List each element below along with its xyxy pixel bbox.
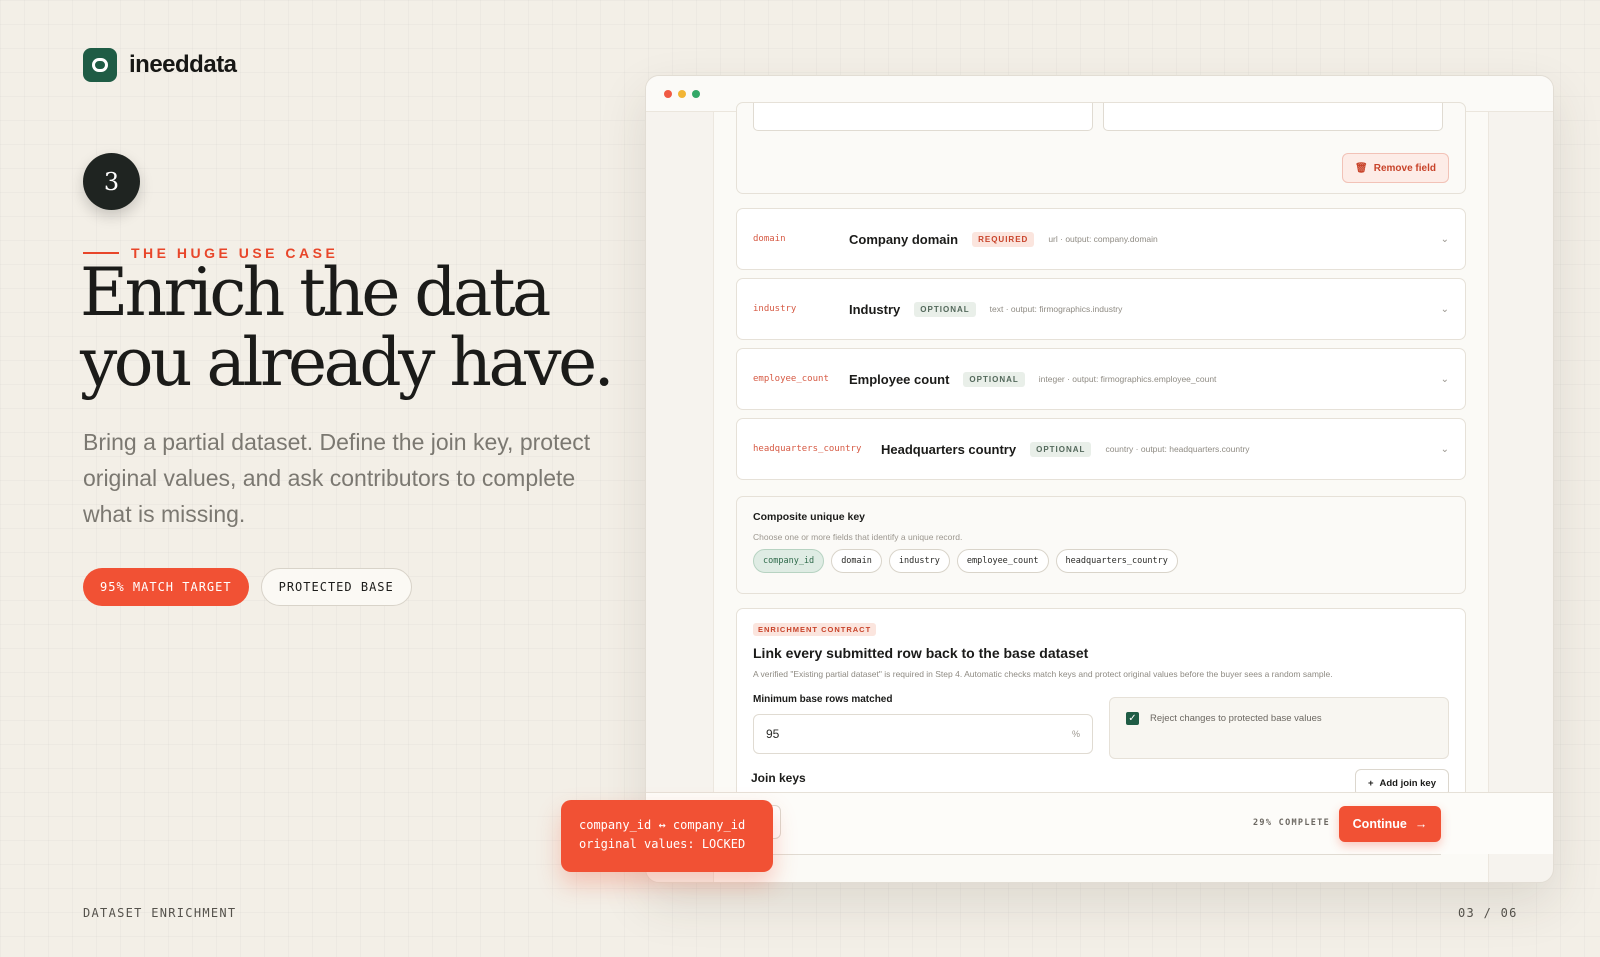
window-controls bbox=[664, 90, 700, 98]
close-dot-icon[interactable] bbox=[664, 90, 672, 98]
minimize-dot-icon[interactable] bbox=[678, 90, 686, 98]
protected-base-pill: PROTECTED BASE bbox=[260, 568, 412, 606]
field-label: Employee count bbox=[849, 371, 950, 387]
arrow-right-icon: → bbox=[1414, 817, 1428, 831]
trash-icon: 🗑 bbox=[1355, 162, 1368, 174]
brand-name: ineeddata bbox=[129, 51, 237, 78]
chevron-down-icon[interactable]: ⌄ bbox=[1441, 234, 1449, 245]
remove-field-label: Remove field bbox=[1373, 162, 1436, 174]
step-number-badge: 3 bbox=[83, 153, 140, 210]
footer-page-counter: 03 / 06 bbox=[1458, 906, 1518, 920]
required-badge: REQUIRED bbox=[972, 231, 1035, 247]
field-label: Headquarters country bbox=[881, 441, 1017, 457]
field-label: Company domain bbox=[849, 231, 959, 247]
plus-icon: + bbox=[1367, 777, 1374, 789]
progress-status: 29% COMPLETE bbox=[1253, 818, 1331, 828]
field-meta: integer · output: firmographics.employee… bbox=[1038, 374, 1217, 384]
match-target-pill: 95% MATCH TARGET bbox=[83, 568, 249, 606]
field-meta: url · output: company.domain bbox=[1048, 234, 1158, 244]
lead-paragraph: Bring a partial dataset. Define the join… bbox=[83, 429, 591, 527]
field-key: industry bbox=[753, 304, 797, 314]
form-panel: 🗑 Remove field domain Company domain REQ… bbox=[713, 102, 1489, 882]
field-row-employee-count[interactable]: employee_count Employee count OPTIONAL i… bbox=[736, 348, 1466, 410]
headline-line-2: you already have. bbox=[80, 324, 615, 401]
enrichment-contract-tag: ENRICHMENT CONTRACT bbox=[753, 623, 877, 636]
field-input-right[interactable] bbox=[1103, 103, 1443, 131]
percent-unit: % bbox=[1071, 729, 1080, 739]
checkbox-checked-icon[interactable]: ✓ bbox=[1126, 712, 1139, 725]
contract-title: Link every submitted row back to the bas… bbox=[753, 645, 1089, 661]
composite-key-card: Composite unique key Choose one or more … bbox=[736, 496, 1466, 594]
join-keys-label: Join keys bbox=[751, 771, 806, 785]
app-window: 🗑 Remove field domain Company domain REQ… bbox=[645, 75, 1554, 883]
maximize-dot-icon[interactable] bbox=[692, 90, 700, 98]
callout-line-2: original values: LOCKED bbox=[579, 837, 746, 851]
field-key: domain bbox=[753, 234, 786, 244]
continue-label: Continue bbox=[1352, 817, 1407, 831]
field-row-domain[interactable]: domain Company domain REQUIRED url · out… bbox=[736, 208, 1466, 270]
key-chip-industry[interactable]: industry bbox=[888, 549, 950, 573]
continue-button[interactable]: Continue → bbox=[1339, 806, 1441, 842]
field-row-industry[interactable]: industry Industry OPTIONAL text · output… bbox=[736, 278, 1466, 340]
field-key: headquarters_country bbox=[753, 444, 862, 454]
field-meta: country · output: headquarters.country bbox=[1105, 444, 1250, 454]
join-key-row-partial bbox=[741, 854, 1441, 868]
key-chip-employee-count[interactable]: employee_count bbox=[956, 549, 1049, 573]
composite-key-chips: company_id domain industry employee_coun… bbox=[753, 549, 1178, 573]
remove-field-button[interactable]: 🗑 Remove field bbox=[1342, 153, 1449, 183]
optional-badge: OPTIONAL bbox=[963, 371, 1025, 387]
footer-section-label: DATASET ENRICHMENT bbox=[83, 906, 237, 920]
optional-badge: OPTIONAL bbox=[914, 301, 976, 317]
min-rows-input[interactable]: 95 % bbox=[753, 714, 1093, 754]
chevron-down-icon[interactable]: ⌄ bbox=[1441, 444, 1449, 455]
callout-line-1: company_id ↔ company_id bbox=[579, 818, 746, 832]
field-row-headquarters-country[interactable]: headquarters_country Headquarters countr… bbox=[736, 418, 1466, 480]
contract-description: A verified "Existing partial dataset" is… bbox=[753, 669, 1333, 679]
field-key: employee_count bbox=[753, 374, 829, 384]
join-lock-callout: company_id ↔ company_id original values:… bbox=[561, 800, 773, 872]
field-meta: text · output: firmographics.industry bbox=[989, 304, 1123, 314]
optional-badge: OPTIONAL bbox=[1030, 441, 1092, 457]
add-join-key-label: Add join key bbox=[1379, 777, 1436, 789]
min-rows-value: 95 bbox=[766, 727, 780, 741]
pill-group: 95% MATCH TARGET PROTECTED BASE bbox=[83, 568, 412, 606]
field-editor-card: 🗑 Remove field bbox=[736, 102, 1466, 194]
composite-key-title: Composite unique key bbox=[753, 511, 866, 523]
composite-key-subtitle: Choose one or more fields that identify … bbox=[753, 532, 963, 542]
min-rows-label: Minimum base rows matched bbox=[753, 694, 893, 705]
reject-changes-label: Reject changes to protected base values bbox=[1150, 713, 1322, 724]
logo-icon bbox=[83, 48, 117, 82]
reject-changes-option[interactable]: ✓ Reject changes to protected base value… bbox=[1109, 697, 1449, 759]
brand[interactable]: ineeddata bbox=[83, 48, 237, 82]
field-label: Industry bbox=[849, 301, 901, 317]
field-input-left[interactable] bbox=[753, 103, 1093, 131]
wizard-action-bar: k 29% COMPLETE Continue → bbox=[646, 792, 1553, 854]
chevron-down-icon[interactable]: ⌄ bbox=[1441, 304, 1449, 315]
chevron-down-icon[interactable]: ⌄ bbox=[1441, 374, 1449, 385]
key-chip-headquarters-country[interactable]: headquarters_country bbox=[1055, 549, 1178, 573]
key-chip-company-id[interactable]: company_id bbox=[753, 549, 825, 573]
headline-line-1: Enrich the data bbox=[80, 254, 551, 331]
key-chip-domain[interactable]: domain bbox=[831, 549, 882, 573]
headline: Enrich the data you already have. bbox=[80, 258, 640, 398]
